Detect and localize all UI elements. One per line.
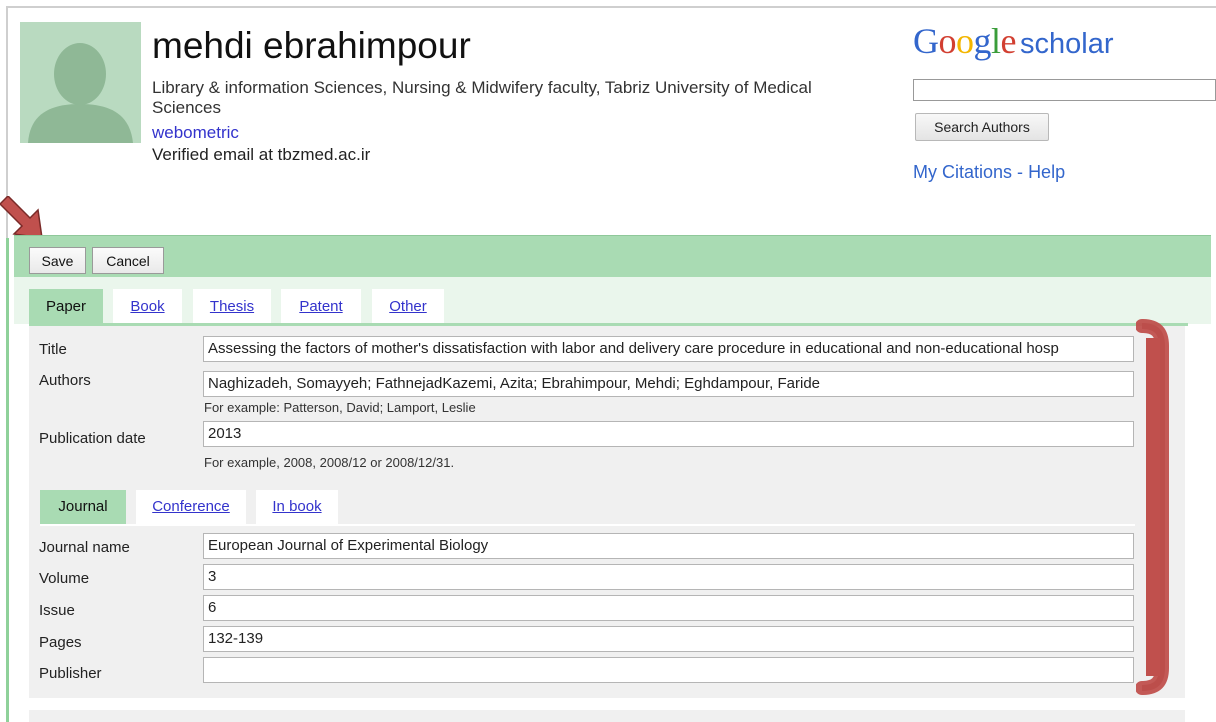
link-separator: - [1017, 162, 1024, 182]
tab-other[interactable]: Other [372, 289, 444, 325]
author-search-input[interactable] [913, 79, 1216, 101]
tab-book[interactable]: Book [113, 289, 182, 325]
interest-keyword-link[interactable]: webometric [152, 123, 239, 143]
search-authors-button[interactable]: Search Authors [915, 113, 1049, 141]
tab-in-book[interactable]: In book [256, 490, 338, 524]
title-label: Title [39, 341, 67, 358]
avatar-silhouette-icon [20, 22, 141, 143]
avatar [20, 22, 141, 143]
tab-journal[interactable]: Journal [40, 490, 126, 524]
annotation-bracket-icon [1136, 319, 1169, 695]
cancel-button[interactable]: Cancel [92, 247, 164, 274]
publication-date-field[interactable]: 2013 [203, 421, 1134, 447]
title-field[interactable]: Assessing the factors of mother's dissat… [203, 336, 1134, 362]
verified-email: Verified email at tbzmed.ac.ir [152, 145, 371, 164]
publisher-label: Publisher [39, 665, 102, 682]
venue-tab-underline [40, 524, 1135, 526]
author-name: mehdi ebrahimpour [152, 25, 471, 66]
edit-toolbar [14, 235, 1211, 278]
top-links: My Citations - Help [913, 162, 1065, 183]
pages-label: Pages [39, 634, 82, 651]
scholar-wordmark: scholar [1020, 28, 1114, 60]
tab-paper[interactable]: Paper [29, 289, 103, 325]
tab-thesis[interactable]: Thesis [193, 289, 271, 325]
author-affiliation: Library & information Sciences, Nursing … [152, 78, 812, 117]
volume-label: Volume [39, 570, 90, 587]
page-frame-top [6, 6, 1216, 8]
publication-date-hint: For example, 2008, 2008/12 or 2008/12/31… [204, 455, 455, 470]
tab-patent[interactable]: Patent [281, 289, 361, 325]
volume-field[interactable]: 3 [203, 564, 1134, 590]
help-link[interactable]: Help [1028, 162, 1065, 182]
tab-conference[interactable]: Conference [136, 490, 246, 524]
journal-name-label: Journal name [39, 539, 130, 556]
google-scholar-logo[interactable]: Google scholar [913, 20, 1114, 62]
page-frame-left-accent [6, 238, 9, 722]
authors-field[interactable]: Naghizadeh, Somayyeh; FathnejadKazemi, A… [203, 371, 1134, 397]
authors-hint: For example: Patterson, David; Lamport, … [204, 400, 476, 415]
issue-field[interactable]: 6 [203, 595, 1134, 621]
save-button[interactable]: Save [29, 247, 86, 274]
google-wordmark: Google [913, 21, 1017, 61]
my-citations-link[interactable]: My Citations [913, 162, 1012, 182]
publication-date-label: Publication date [39, 430, 146, 447]
publisher-field[interactable] [203, 657, 1134, 683]
authors-label: Authors [39, 372, 91, 389]
pages-field[interactable]: 132-139 [203, 626, 1134, 652]
journal-name-field[interactable]: European Journal of Experimental Biology [203, 533, 1134, 559]
next-section-panel [29, 710, 1185, 722]
issue-label: Issue [39, 602, 75, 619]
